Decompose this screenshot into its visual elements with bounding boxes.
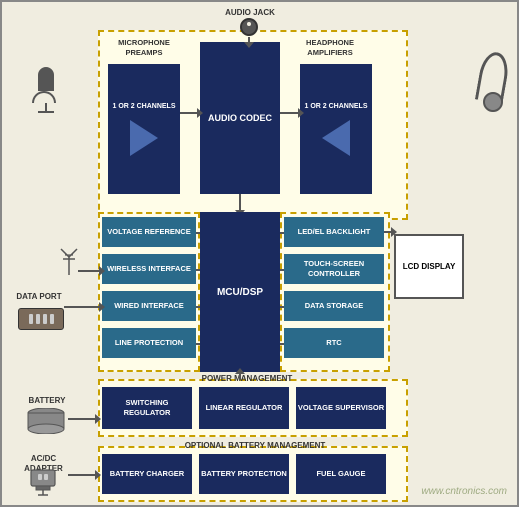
line-mcu-led	[280, 232, 284, 234]
voltage-supervisor-block: VOLTAGE SUPERVISOR	[296, 387, 386, 429]
battery-label: BATTERY	[22, 396, 72, 405]
audio-jack-label: AUDIO JACK	[220, 8, 280, 17]
watermark: www.cntronics.com	[421, 486, 507, 497]
amp-triangle-right	[322, 120, 350, 156]
amp-triangle-left	[130, 120, 158, 156]
battery-charger-block: BATTERY CHARGER	[102, 454, 192, 494]
arrow-to-lcd	[391, 227, 397, 237]
mic-preamp-block: 1 OR 2 CHANNELS	[108, 64, 180, 194]
arrow-acdc	[95, 470, 101, 480]
line-dataport-wired	[64, 306, 102, 308]
line-mcu-rtc	[280, 343, 284, 345]
mcu-dsp-block: MCU/DSP	[200, 212, 280, 372]
stethoscope-icon	[479, 52, 507, 102]
audio-codec-block: AUDIO CODEC	[200, 42, 280, 194]
wired-interface-block: WIRED INTERFACE	[102, 291, 196, 321]
battery-management-label: OPTIONAL BATTERY MANAGEMENT	[160, 441, 350, 450]
line-acdc-battery-mgmt	[68, 474, 98, 476]
arrow-wireless	[99, 266, 105, 276]
line-battery-power	[68, 418, 98, 420]
linear-regulator-block: LINEAR REGULATOR	[199, 387, 289, 429]
arrowhead-down	[244, 42, 254, 48]
channels-left-label: 1 OR 2 CHANNELS	[112, 102, 175, 111]
arrow-to-headphone	[298, 108, 304, 118]
data-port-icon	[18, 308, 64, 330]
rtc-block: RTC	[284, 328, 384, 358]
battery-icon	[24, 408, 68, 436]
arrowhead-up-power	[235, 368, 245, 374]
led-backlight-block: LED/EL BACKLIGHT	[284, 217, 384, 247]
fuel-gauge-block: FUEL GAUGE	[296, 454, 386, 494]
wireless-interface-block: WIRELESS INTERFACE	[102, 254, 196, 284]
microphone-icon	[36, 67, 56, 113]
line-vref-mcu	[196, 232, 200, 234]
voltage-reference-block: VOLTAGE REFERENCE	[102, 217, 196, 247]
line-wireless-mcu	[196, 269, 200, 271]
line-wired-mcu	[196, 306, 200, 308]
line-mcu-storage	[280, 306, 284, 308]
switching-regulator-block: SWITCHING REGULATOR	[102, 387, 192, 429]
arrow-to-codec	[197, 108, 203, 118]
ac-dc-icon	[26, 468, 60, 498]
lcd-display-block: LCD DISPLAY	[394, 234, 464, 299]
battery-protection-block: BATTERY PROTECTION	[199, 454, 289, 494]
mic-preamps-label: MICROPHONE PREAMPS	[108, 38, 180, 58]
data-storage-block: DATA STORAGE	[284, 291, 384, 321]
line-protection-block: LINE PROTECTION	[102, 328, 196, 358]
headphone-amp-label: HEADPHONE AMPLIFIERS	[290, 38, 370, 58]
headphone-amp-block: 1 OR 2 CHANNELS	[300, 64, 372, 194]
arrow-battery	[95, 414, 101, 424]
diagram-container: AUDIO JACK MICROPHONE PREAMPS HEADPHONE …	[0, 0, 519, 507]
touch-screen-controller-block: TOUCH-SCREEN CONTROLLER	[284, 254, 384, 284]
arrow-wired	[99, 302, 105, 312]
channels-right-label: 1 OR 2 CHANNELS	[304, 102, 367, 111]
antenna-icon	[58, 247, 80, 279]
line-mcu-tsc	[280, 269, 284, 271]
line-codec-headphone	[280, 112, 300, 114]
audio-jack-dot	[247, 22, 251, 26]
audio-jack-icon	[240, 18, 258, 36]
line-lineprotect-mcu	[196, 343, 200, 345]
data-port-label: DATA PORT	[14, 292, 64, 301]
power-management-label: POWER MANAGEMENT	[177, 374, 317, 383]
